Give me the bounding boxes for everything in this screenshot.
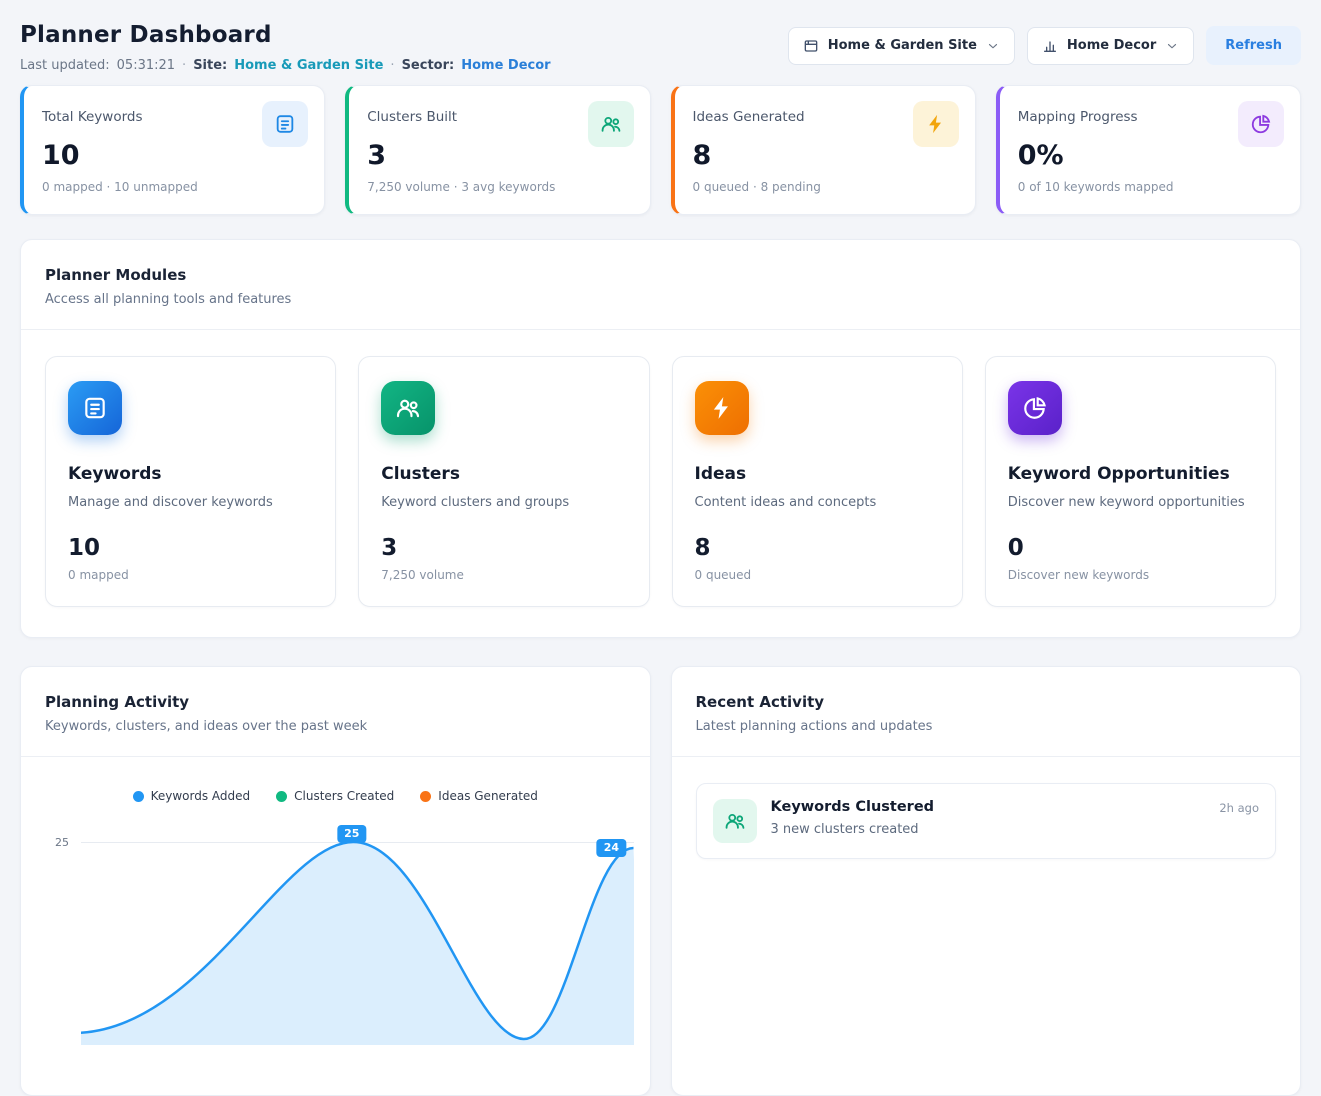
last-updated-value: 05:31:21	[117, 58, 175, 73]
site-selector[interactable]: Home & Garden Site	[788, 27, 1015, 65]
module-value: 8	[695, 535, 940, 561]
legend-label: Clusters Created	[294, 789, 394, 803]
activity-item-title: Keywords Clustered	[771, 799, 1206, 815]
module-sub: Discover new keywords	[1008, 568, 1253, 582]
refresh-button[interactable]: Refresh	[1206, 26, 1301, 65]
planning-activity-header: Planning Activity Keywords, clusters, an…	[21, 667, 650, 756]
bolt-icon	[695, 381, 749, 435]
document-icon	[262, 101, 308, 147]
y-axis-tick: 25	[55, 836, 69, 849]
planning-activity-panel: Planning Activity Keywords, clusters, an…	[20, 666, 651, 1096]
module-card-keyword-opportunities[interactable]: Keyword Opportunities Discover new keywo…	[985, 356, 1276, 607]
users-icon	[381, 381, 435, 435]
site-icon	[803, 38, 819, 54]
recent-activity-title: Recent Activity	[696, 693, 1277, 711]
recent-activity-panel: Recent Activity Latest planning actions …	[671, 666, 1302, 1096]
module-card-clusters[interactable]: Clusters Keyword clusters and groups 3 7…	[358, 356, 649, 607]
recent-activity-header: Recent Activity Latest planning actions …	[672, 667, 1301, 756]
page-title: Planner Dashboard	[20, 22, 551, 48]
stat-card-mapping-progress: Mapping Progress 0% 0 of 10 keywords map…	[996, 85, 1301, 215]
sector-selector-label: Home Decor	[1067, 38, 1156, 53]
stat-sub: 0 of 10 keywords mapped	[1018, 180, 1282, 194]
module-title: Clusters	[381, 464, 626, 484]
site-selector-label: Home & Garden Site	[828, 38, 977, 53]
chevron-down-icon	[1165, 39, 1179, 53]
chart-legend: Keywords Added Clusters Created Ideas Ge…	[21, 757, 650, 803]
stat-card-ideas-generated: Ideas Generated 8 0 queued · 8 pending	[671, 85, 976, 215]
activity-item-description: 3 new clusters created	[771, 822, 1206, 837]
planner-modules-section: Planner Modules Access all planning tool…	[20, 239, 1301, 638]
module-sub: 0 queued	[695, 568, 940, 582]
header: Planner Dashboard Last updated: 05:31:21…	[20, 14, 1301, 73]
module-title: Keywords	[68, 464, 313, 484]
legend-dot-green	[276, 791, 287, 802]
stats-row: Total Keywords 10 0 mapped · 10 unmapped…	[20, 85, 1301, 215]
planning-activity-title: Planning Activity	[45, 693, 626, 711]
module-sub: 0 mapped	[68, 568, 313, 582]
bolt-icon	[913, 101, 959, 147]
modules-grid: Keywords Manage and discover keywords 10…	[21, 330, 1300, 637]
stat-card-total-keywords: Total Keywords 10 0 mapped · 10 unmapped	[20, 85, 325, 215]
activity-item-time: 2h ago	[1219, 799, 1259, 815]
modules-header: Planner Modules Access all planning tool…	[21, 240, 1300, 329]
planning-activity-subtitle: Keywords, clusters, and ideas over the p…	[45, 719, 626, 734]
bar-chart-icon	[1042, 38, 1058, 54]
chevron-down-icon	[986, 39, 1000, 53]
header-controls: Home & Garden Site Home Decor Refresh	[788, 14, 1301, 65]
module-title: Ideas	[695, 464, 940, 484]
stat-sub: 7,250 volume · 3 avg keywords	[367, 180, 631, 194]
legend-item-clusters-created: Clusters Created	[276, 789, 394, 803]
module-description: Keyword clusters and groups	[381, 495, 626, 510]
sector-selector[interactable]: Home Decor	[1027, 27, 1194, 65]
module-description: Content ideas and concepts	[695, 495, 940, 510]
sector-label: Sector:	[402, 58, 455, 73]
module-value: 0	[1008, 535, 1253, 561]
stat-sub: 0 mapped · 10 unmapped	[42, 180, 306, 194]
data-point-label: 25	[337, 825, 366, 843]
module-title: Keyword Opportunities	[1008, 464, 1253, 484]
activity-list-item[interactable]: Keywords Clustered 3 new clusters create…	[696, 783, 1277, 859]
modules-title: Planner Modules	[45, 266, 1276, 284]
bottom-row: Planning Activity Keywords, clusters, an…	[20, 666, 1301, 1096]
pie-chart-icon	[1008, 381, 1062, 435]
keywords-added-series	[81, 815, 634, 1045]
legend-item-keywords-added: Keywords Added	[133, 789, 251, 803]
legend-item-ideas-generated: Ideas Generated	[420, 789, 538, 803]
users-icon	[713, 799, 757, 843]
module-value: 10	[68, 535, 313, 561]
data-point-label: 24	[597, 839, 626, 857]
last-updated-label: Last updated:	[20, 58, 110, 73]
module-card-ideas[interactable]: Ideas Content ideas and concepts 8 0 que…	[672, 356, 963, 607]
stat-sub: 0 queued · 8 pending	[693, 180, 957, 194]
site-link[interactable]: Home & Garden Site	[234, 58, 383, 73]
pie-chart-icon	[1238, 101, 1284, 147]
recent-activity-list: Keywords Clustered 3 new clusters create…	[672, 757, 1301, 885]
recent-activity-subtitle: Latest planning actions and updates	[696, 719, 1277, 734]
users-icon	[588, 101, 634, 147]
document-icon	[68, 381, 122, 435]
legend-label: Keywords Added	[151, 789, 251, 803]
activity-line-chart: 25 25 24	[21, 815, 650, 1045]
module-card-keywords[interactable]: Keywords Manage and discover keywords 10…	[45, 356, 336, 607]
module-value: 3	[381, 535, 626, 561]
legend-label: Ideas Generated	[438, 789, 538, 803]
legend-dot-orange	[420, 791, 431, 802]
site-label: Site:	[193, 58, 227, 73]
module-sub: 7,250 volume	[381, 568, 626, 582]
separator: ·	[390, 58, 394, 73]
legend-dot-blue	[133, 791, 144, 802]
activity-item-body: Keywords Clustered 3 new clusters create…	[771, 799, 1206, 837]
modules-subtitle: Access all planning tools and features	[45, 292, 1276, 307]
module-description: Manage and discover keywords	[68, 495, 313, 510]
meta-line: Last updated: 05:31:21 · Site: Home & Ga…	[20, 58, 551, 73]
chart-plot-area: 25 24	[81, 815, 634, 1045]
sector-link[interactable]: Home Decor	[461, 58, 550, 73]
stat-card-clusters-built: Clusters Built 3 7,250 volume · 3 avg ke…	[345, 85, 650, 215]
separator: ·	[182, 58, 186, 73]
header-left: Planner Dashboard Last updated: 05:31:21…	[20, 14, 551, 73]
module-description: Discover new keyword opportunities	[1008, 495, 1253, 510]
planner-dashboard-page: Planner Dashboard Last updated: 05:31:21…	[0, 0, 1321, 1096]
